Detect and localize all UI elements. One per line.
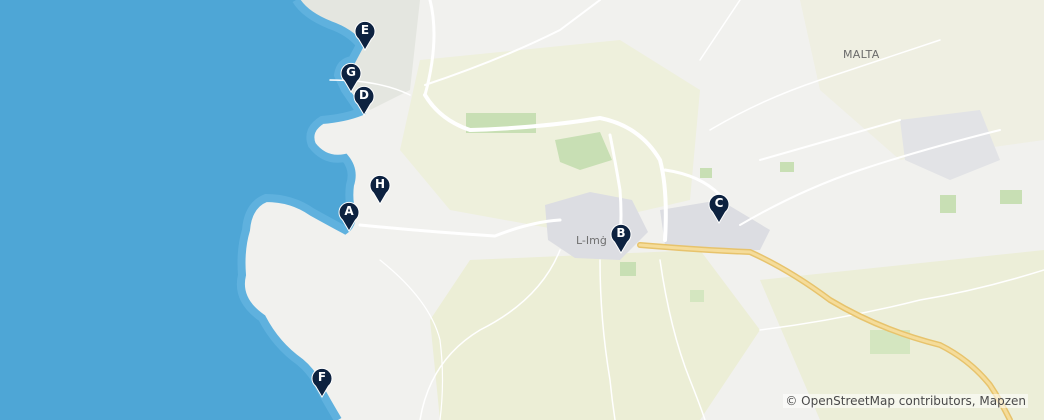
- map-view[interactable]: MALTA L-Imġ A B C D E F G H © OpenStreet…: [0, 0, 1044, 420]
- marker-label: C: [714, 196, 724, 210]
- map-marker-c[interactable]: C: [707, 192, 731, 224]
- map-marker-a[interactable]: A: [337, 200, 361, 232]
- map-marker-h[interactable]: H: [368, 173, 392, 205]
- town-label: L-Imġ: [576, 234, 607, 247]
- country-label: MALTA: [843, 48, 880, 61]
- marker-label: H: [374, 177, 386, 191]
- map-attribution[interactable]: © OpenStreetMap contributors, Mapzen: [783, 394, 1028, 408]
- marker-label: E: [360, 23, 370, 37]
- marker-label: F: [317, 370, 327, 384]
- marker-label: A: [344, 204, 354, 218]
- map-marker-b[interactable]: B: [609, 222, 633, 254]
- marker-label: B: [616, 226, 626, 240]
- map-basemap: [0, 0, 1044, 420]
- map-marker-g[interactable]: G: [339, 61, 363, 93]
- map-marker-f[interactable]: F: [310, 366, 334, 398]
- marker-label: G: [346, 65, 356, 79]
- map-marker-e[interactable]: E: [353, 19, 377, 51]
